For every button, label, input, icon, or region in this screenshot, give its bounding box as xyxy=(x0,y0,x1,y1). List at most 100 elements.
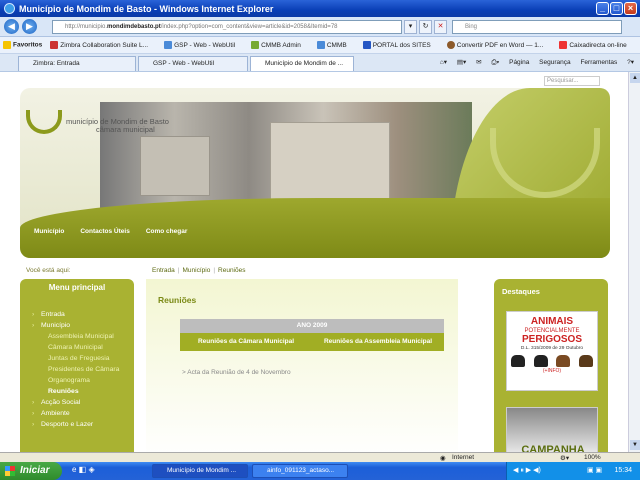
menu-item[interactable]: Desporto e Lazer xyxy=(30,419,134,430)
task-ie-window[interactable]: Município de Mondim ... xyxy=(152,464,248,478)
favorite-item[interactable]: Convertir PDF en Word — 1... xyxy=(446,41,552,49)
minimize-button[interactable]: _ xyxy=(596,2,609,15)
vertical-scrollbar[interactable]: ▲ ▼ xyxy=(628,72,640,452)
address-toolbar: ◀ ▶ http://municipio.mondimdebasto.pt/in… xyxy=(0,17,640,37)
menu-item[interactable]: Município xyxy=(30,320,134,331)
zoom-level[interactable]: 100% xyxy=(584,454,601,461)
tab-bar: Zimbra: Entrada GSP - Web - WebUtil Muni… xyxy=(0,54,640,72)
cmmb-icon xyxy=(251,41,260,49)
forward-button[interactable]: ▶ xyxy=(22,19,37,34)
favorite-item[interactable]: GSP - Web - WebUtil xyxy=(164,41,243,49)
assembleia-meetings-link[interactable]: Reuniões da Assembleia Municipal xyxy=(312,333,444,351)
help-icon[interactable]: ?▾ xyxy=(627,59,634,66)
window-title: Município de Mondim de Basto - Windows I… xyxy=(19,3,274,14)
destaques-title: Destaques xyxy=(502,287,540,296)
page-icon xyxy=(316,41,325,49)
scroll-up-icon[interactable]: ▲ xyxy=(630,73,640,83)
menu-item[interactable]: Câmara Municipal xyxy=(30,342,134,353)
address-bar[interactable]: http://municipio.mondimdebasto.pt/index.… xyxy=(52,20,402,34)
site-search-input[interactable]: Pesquisar... xyxy=(544,76,600,86)
close-button[interactable]: × xyxy=(624,2,637,15)
tab-municipio[interactable]: Município de Mondim de ... xyxy=(250,56,354,71)
main-content: Reuniões ANO 2009 Reuniões da Câmara Mun… xyxy=(146,279,458,452)
bank-icon xyxy=(559,41,568,49)
tools-menu[interactable]: Ferramentas xyxy=(580,59,617,66)
breadcrumb-item[interactable]: Entrada xyxy=(152,267,175,274)
table-header: ANO 2009 xyxy=(180,319,444,333)
page-icon xyxy=(164,41,173,49)
back-button[interactable]: ◀ xyxy=(4,19,19,34)
portal-icon xyxy=(362,41,371,49)
favorite-item[interactable]: PORTAL dos SITES xyxy=(362,41,439,49)
taskbar: Iniciar e ◧ ◈ Município de Mondim ... ai… xyxy=(0,462,640,480)
windows-flag-icon xyxy=(5,466,15,476)
dogs-image xyxy=(507,355,597,367)
menu-item[interactable]: Ambiente xyxy=(30,408,134,419)
breadcrumb-label: Você está aqui: xyxy=(26,267,71,274)
campaign-banner[interactable]: CAMPANHA xyxy=(506,407,598,452)
command-bar: ⌂▾ ▤▾ ✉ ⎙▾ Página Segurança Ferramentas … xyxy=(432,57,634,69)
home-icon[interactable]: ⌂▾ xyxy=(440,59,447,66)
breadcrumb-item: Reuniões xyxy=(218,267,246,274)
favorites-button[interactable]: Favoritos xyxy=(3,41,42,49)
scroll-down-icon[interactable]: ▼ xyxy=(630,440,640,450)
tab-zimbra[interactable]: Zimbra: Entrada xyxy=(18,56,136,71)
site-header: município de Mondim de Basto câmara munic… xyxy=(20,88,610,258)
quicklaunch-icons[interactable]: e ◧ ◈ xyxy=(72,465,95,474)
camara-meetings-link[interactable]: Reuniões da Câmara Municipal xyxy=(180,333,312,351)
menu-list: EntradaMunicípioAssembleia MunicipalCâma… xyxy=(30,309,134,430)
start-button[interactable]: Iniciar xyxy=(0,462,62,480)
logo-icon[interactable] xyxy=(26,110,62,134)
dangerous-animals-banner[interactable]: ANIMAIS POTENCIALMENTE PERIGOSOS D.L. 31… xyxy=(506,311,598,391)
search-input[interactable]: Bing xyxy=(452,20,622,34)
menu-item[interactable]: Juntas de Freguesia xyxy=(30,353,134,364)
print-icon[interactable]: ⎙▾ xyxy=(491,59,499,66)
tab-gsp[interactable]: GSP - Web - WebUtil xyxy=(138,56,248,71)
mail-icon[interactable]: ✉ xyxy=(476,59,481,66)
media-controls-icon[interactable]: ◀ ⏸ ▶ ◀) xyxy=(513,462,541,480)
stop-icon[interactable]: ✕ xyxy=(434,20,447,34)
main-menu: Menu principal EntradaMunicípioAssemblei… xyxy=(20,279,134,452)
ie-icon xyxy=(4,3,15,14)
refresh-icon[interactable]: ↻ xyxy=(419,20,432,34)
table-row: Reuniões da Câmara Municipal Reuniões da… xyxy=(180,333,444,351)
favorite-item[interactable]: CMMB Admin xyxy=(251,41,309,49)
meetings-table: ANO 2009 Reuniões da Câmara Municipal Re… xyxy=(180,319,444,351)
favorites-bar: Favoritos Zimbra Collaboration Suite L..… xyxy=(0,37,640,54)
nav-municipio[interactable]: Município xyxy=(34,228,64,235)
tray-icons[interactable]: ▣ ▣ xyxy=(587,462,602,480)
menu-title: Menu principal xyxy=(48,283,106,292)
menu-item[interactable]: Organograma xyxy=(30,375,134,386)
site-logo[interactable]: município de Mondim de Basto câmara munic… xyxy=(66,118,169,134)
security-zone: Internet xyxy=(452,454,475,461)
page-title: Reuniões xyxy=(158,295,197,305)
favorite-item[interactable]: Zimbra Collaboration Suite L... xyxy=(50,41,156,49)
globe-icon: ◉ xyxy=(440,455,446,462)
task-pdf-window[interactable]: ainfo_091123_actaso... xyxy=(252,464,348,478)
breadcrumb-item[interactable]: Município xyxy=(182,267,210,274)
menu-item[interactable]: Entrada xyxy=(30,309,134,320)
feeds-icon[interactable]: ▤▾ xyxy=(457,59,466,66)
menu-item[interactable]: Acção Social xyxy=(30,397,134,408)
zimbra-icon xyxy=(50,41,59,49)
breadcrumb: Entrada | Município | Reuniões xyxy=(152,267,246,274)
page-menu[interactable]: Página xyxy=(509,59,529,66)
system-tray: ◀ ⏸ ▶ ◀) ▣ ▣ 15:34 xyxy=(506,462,640,480)
acta-link[interactable]: > Acta da Reunião de 4 de Novembro xyxy=(182,369,291,376)
star-icon xyxy=(3,41,11,49)
menu-item[interactable]: Reuniões xyxy=(30,386,134,397)
menu-item[interactable]: Presidentes de Câmara xyxy=(30,364,134,375)
web-page: Pesquisar... município de Mondim de Bast… xyxy=(0,72,628,452)
window-title-bar: Município de Mondim de Basto - Windows I… xyxy=(0,0,640,17)
nav-contactos[interactable]: Contactos Úteis xyxy=(80,228,129,235)
protected-mode-icon[interactable]: ⚙▾ xyxy=(560,454,569,462)
favorite-item[interactable]: CMMB xyxy=(316,41,355,49)
security-menu[interactable]: Segurança xyxy=(539,59,570,66)
address-dropdown-icon[interactable]: ▾ xyxy=(404,20,417,34)
favorite-item[interactable]: Caixadirecta on-line xyxy=(559,41,634,49)
menu-item[interactable]: Assembleia Municipal xyxy=(30,331,134,342)
destaques-panel: Destaques ANIMAIS POTENCIALMENTE PERIGOS… xyxy=(494,279,608,452)
pdf-icon xyxy=(446,41,455,49)
maximize-button[interactable]: □ xyxy=(610,2,623,15)
nav-como-chegar[interactable]: Como chegar xyxy=(146,228,188,235)
